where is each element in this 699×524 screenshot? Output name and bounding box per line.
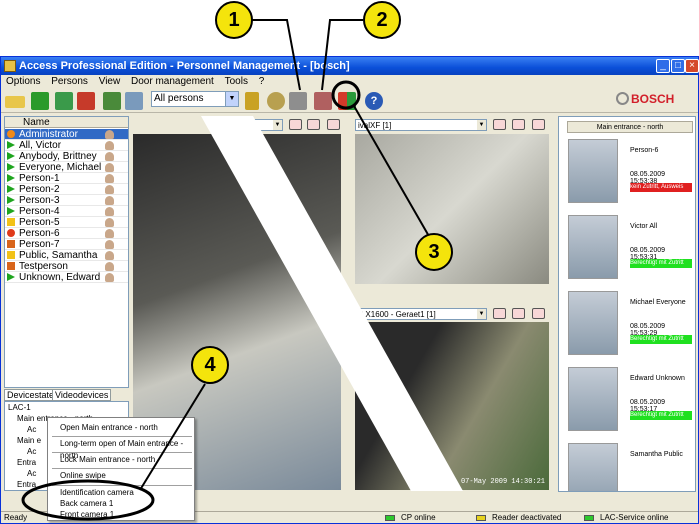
- callout-lines: [21, 19, 431, 521]
- callout-1: 1: [215, 1, 253, 39]
- callout-4: 4: [191, 346, 229, 384]
- callout-2: 2: [363, 1, 401, 39]
- callout-3: 3: [415, 233, 453, 271]
